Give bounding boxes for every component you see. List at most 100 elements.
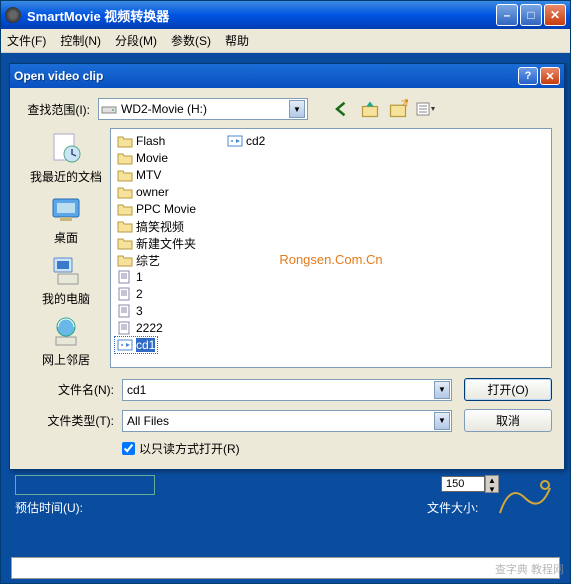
- filetype-dropdown[interactable]: All Files ▼: [122, 410, 452, 432]
- file-item[interactable]: 3: [115, 303, 225, 319]
- menu-params[interactable]: 参数(S): [171, 32, 211, 49]
- filename-input[interactable]: cd1 ▼: [122, 379, 452, 401]
- item-label: PPC Movie: [136, 202, 196, 216]
- place-desktop[interactable]: 桌面: [48, 191, 84, 246]
- desktop-icon: [48, 191, 84, 227]
- dialog-title: Open video clip: [14, 69, 516, 83]
- folder-icon: [117, 236, 133, 250]
- look-in-label: 查找范围(I):: [22, 101, 98, 118]
- item-label: 1: [136, 270, 143, 284]
- filesize-label: 文件大小:: [427, 499, 478, 516]
- file-item[interactable]: cd1: [115, 337, 157, 353]
- close-button[interactable]: ✕: [544, 4, 566, 26]
- item-label: 2: [136, 287, 143, 301]
- view-menu-icon[interactable]: [416, 99, 436, 119]
- folder-item[interactable]: owner: [115, 184, 225, 200]
- video-file-icon: [227, 134, 243, 148]
- svg-text:✳: ✳: [401, 99, 409, 111]
- maximize-button[interactable]: □: [520, 4, 542, 26]
- folder-icon: [117, 219, 133, 233]
- place-recent[interactable]: 我最近的文档: [30, 130, 102, 185]
- item-label: 综艺: [136, 252, 160, 269]
- app-body: Open video clip ? ✕ 查找范围(I): WD2-Movie (…: [1, 53, 570, 583]
- item-label: Flash: [136, 134, 165, 148]
- file-icon: [117, 321, 133, 335]
- file-item[interactable]: 1: [115, 269, 225, 285]
- place-label: 网上邻居: [42, 351, 90, 368]
- item-label: owner: [136, 185, 169, 199]
- look-in-value: WD2-Movie (H:): [121, 102, 289, 116]
- folder-item[interactable]: MTV: [115, 167, 225, 183]
- folder-item[interactable]: 搞笑视频: [115, 218, 225, 234]
- folder-icon: [117, 134, 133, 148]
- estimate-time-label: 预估时间(U):: [15, 499, 83, 516]
- app-icon: [5, 7, 21, 23]
- folder-icon: [117, 253, 133, 267]
- menu-segment[interactable]: 分段(M): [115, 32, 157, 49]
- item-label: cd1: [136, 338, 155, 352]
- place-my-computer[interactable]: 我的电脑: [42, 252, 90, 307]
- folder-icon: [117, 202, 133, 216]
- file-icon: [117, 304, 133, 318]
- item-label: 2222: [136, 321, 163, 335]
- filename-value: cd1: [127, 383, 434, 397]
- filetype-value: All Files: [127, 414, 434, 428]
- new-folder-icon[interactable]: ✳: [388, 99, 408, 119]
- recent-docs-icon: [48, 130, 84, 166]
- app-title: SmartMovie 视频转换器: [27, 6, 496, 25]
- item-label: cd2: [246, 134, 265, 148]
- decorative-graphic: [490, 473, 560, 523]
- file-item[interactable]: 2222: [115, 320, 225, 336]
- folder-icon: [117, 185, 133, 199]
- menu-control[interactable]: 控制(N): [60, 32, 101, 49]
- place-network[interactable]: 网上邻居: [42, 313, 90, 368]
- place-label: 我最近的文档: [30, 168, 102, 185]
- item-label: 新建文件夹: [136, 235, 196, 252]
- folder-item[interactable]: PPC Movie: [115, 201, 225, 217]
- dialog-help-button[interactable]: ?: [518, 67, 538, 85]
- background-content: ▲▼ 预估时间(U): 文件大小: 查字典 教程网: [1, 473, 570, 583]
- file-icon: [117, 270, 133, 284]
- cancel-button[interactable]: 取消: [464, 409, 552, 432]
- back-icon[interactable]: [332, 99, 352, 119]
- menu-help[interactable]: 帮助: [225, 32, 249, 49]
- item-label: 搞笑视频: [136, 218, 184, 235]
- place-label: 我的电脑: [42, 290, 90, 307]
- minimize-button[interactable]: –: [496, 4, 518, 26]
- place-label: 桌面: [54, 229, 78, 246]
- look-in-dropdown[interactable]: WD2-Movie (H:) ▼: [98, 98, 308, 120]
- open-button[interactable]: 打开(O): [464, 378, 552, 401]
- menubar: 文件(F) 控制(N) 分段(M) 参数(S) 帮助: [1, 29, 570, 53]
- folder-item[interactable]: Movie: [115, 150, 225, 166]
- open-file-dialog: Open video clip ? ✕ 查找范围(I): WD2-Movie (…: [9, 63, 565, 470]
- video-file-icon: [117, 338, 133, 352]
- bg-number-input[interactable]: [441, 476, 485, 492]
- places-bar: 我最近的文档 桌面 我的电脑 网上邻居: [22, 128, 110, 368]
- folder-item[interactable]: 综艺: [115, 252, 225, 268]
- readonly-label: 以只读方式打开(R): [139, 440, 240, 457]
- dialog-close-button[interactable]: ✕: [540, 67, 560, 85]
- my-computer-icon: [48, 252, 84, 288]
- network-icon: [48, 313, 84, 349]
- timeline-slider[interactable]: [11, 557, 560, 579]
- file-list[interactable]: Flash MovieMTV owner PPC Movie 搞笑视频新建文件夹综艺1 2…: [110, 128, 552, 368]
- folder-icon: [117, 151, 133, 165]
- filename-label: 文件名(N):: [22, 381, 122, 398]
- file-icon: [117, 287, 133, 301]
- folder-item[interactable]: Flash: [115, 133, 225, 149]
- dropdown-arrow-icon: ▼: [289, 100, 305, 118]
- corner-watermark: 查字典 教程网: [495, 561, 564, 577]
- item-label: 3: [136, 304, 143, 318]
- file-item[interactable]: cd2: [225, 133, 267, 149]
- dropdown-arrow-icon: ▼: [434, 412, 450, 430]
- watermark-text: Rongsen.Com.Cn: [279, 252, 382, 267]
- folder-item[interactable]: 新建文件夹: [115, 235, 225, 251]
- file-item[interactable]: 2: [115, 286, 225, 302]
- menu-file[interactable]: 文件(F): [7, 32, 46, 49]
- drive-icon: [101, 102, 117, 116]
- up-one-level-icon[interactable]: [360, 99, 380, 119]
- filetype-label: 文件类型(T):: [22, 412, 122, 429]
- readonly-checkbox[interactable]: [122, 442, 135, 455]
- dropdown-arrow-icon: ▼: [434, 381, 450, 399]
- dialog-titlebar: Open video clip ? ✕: [10, 64, 564, 88]
